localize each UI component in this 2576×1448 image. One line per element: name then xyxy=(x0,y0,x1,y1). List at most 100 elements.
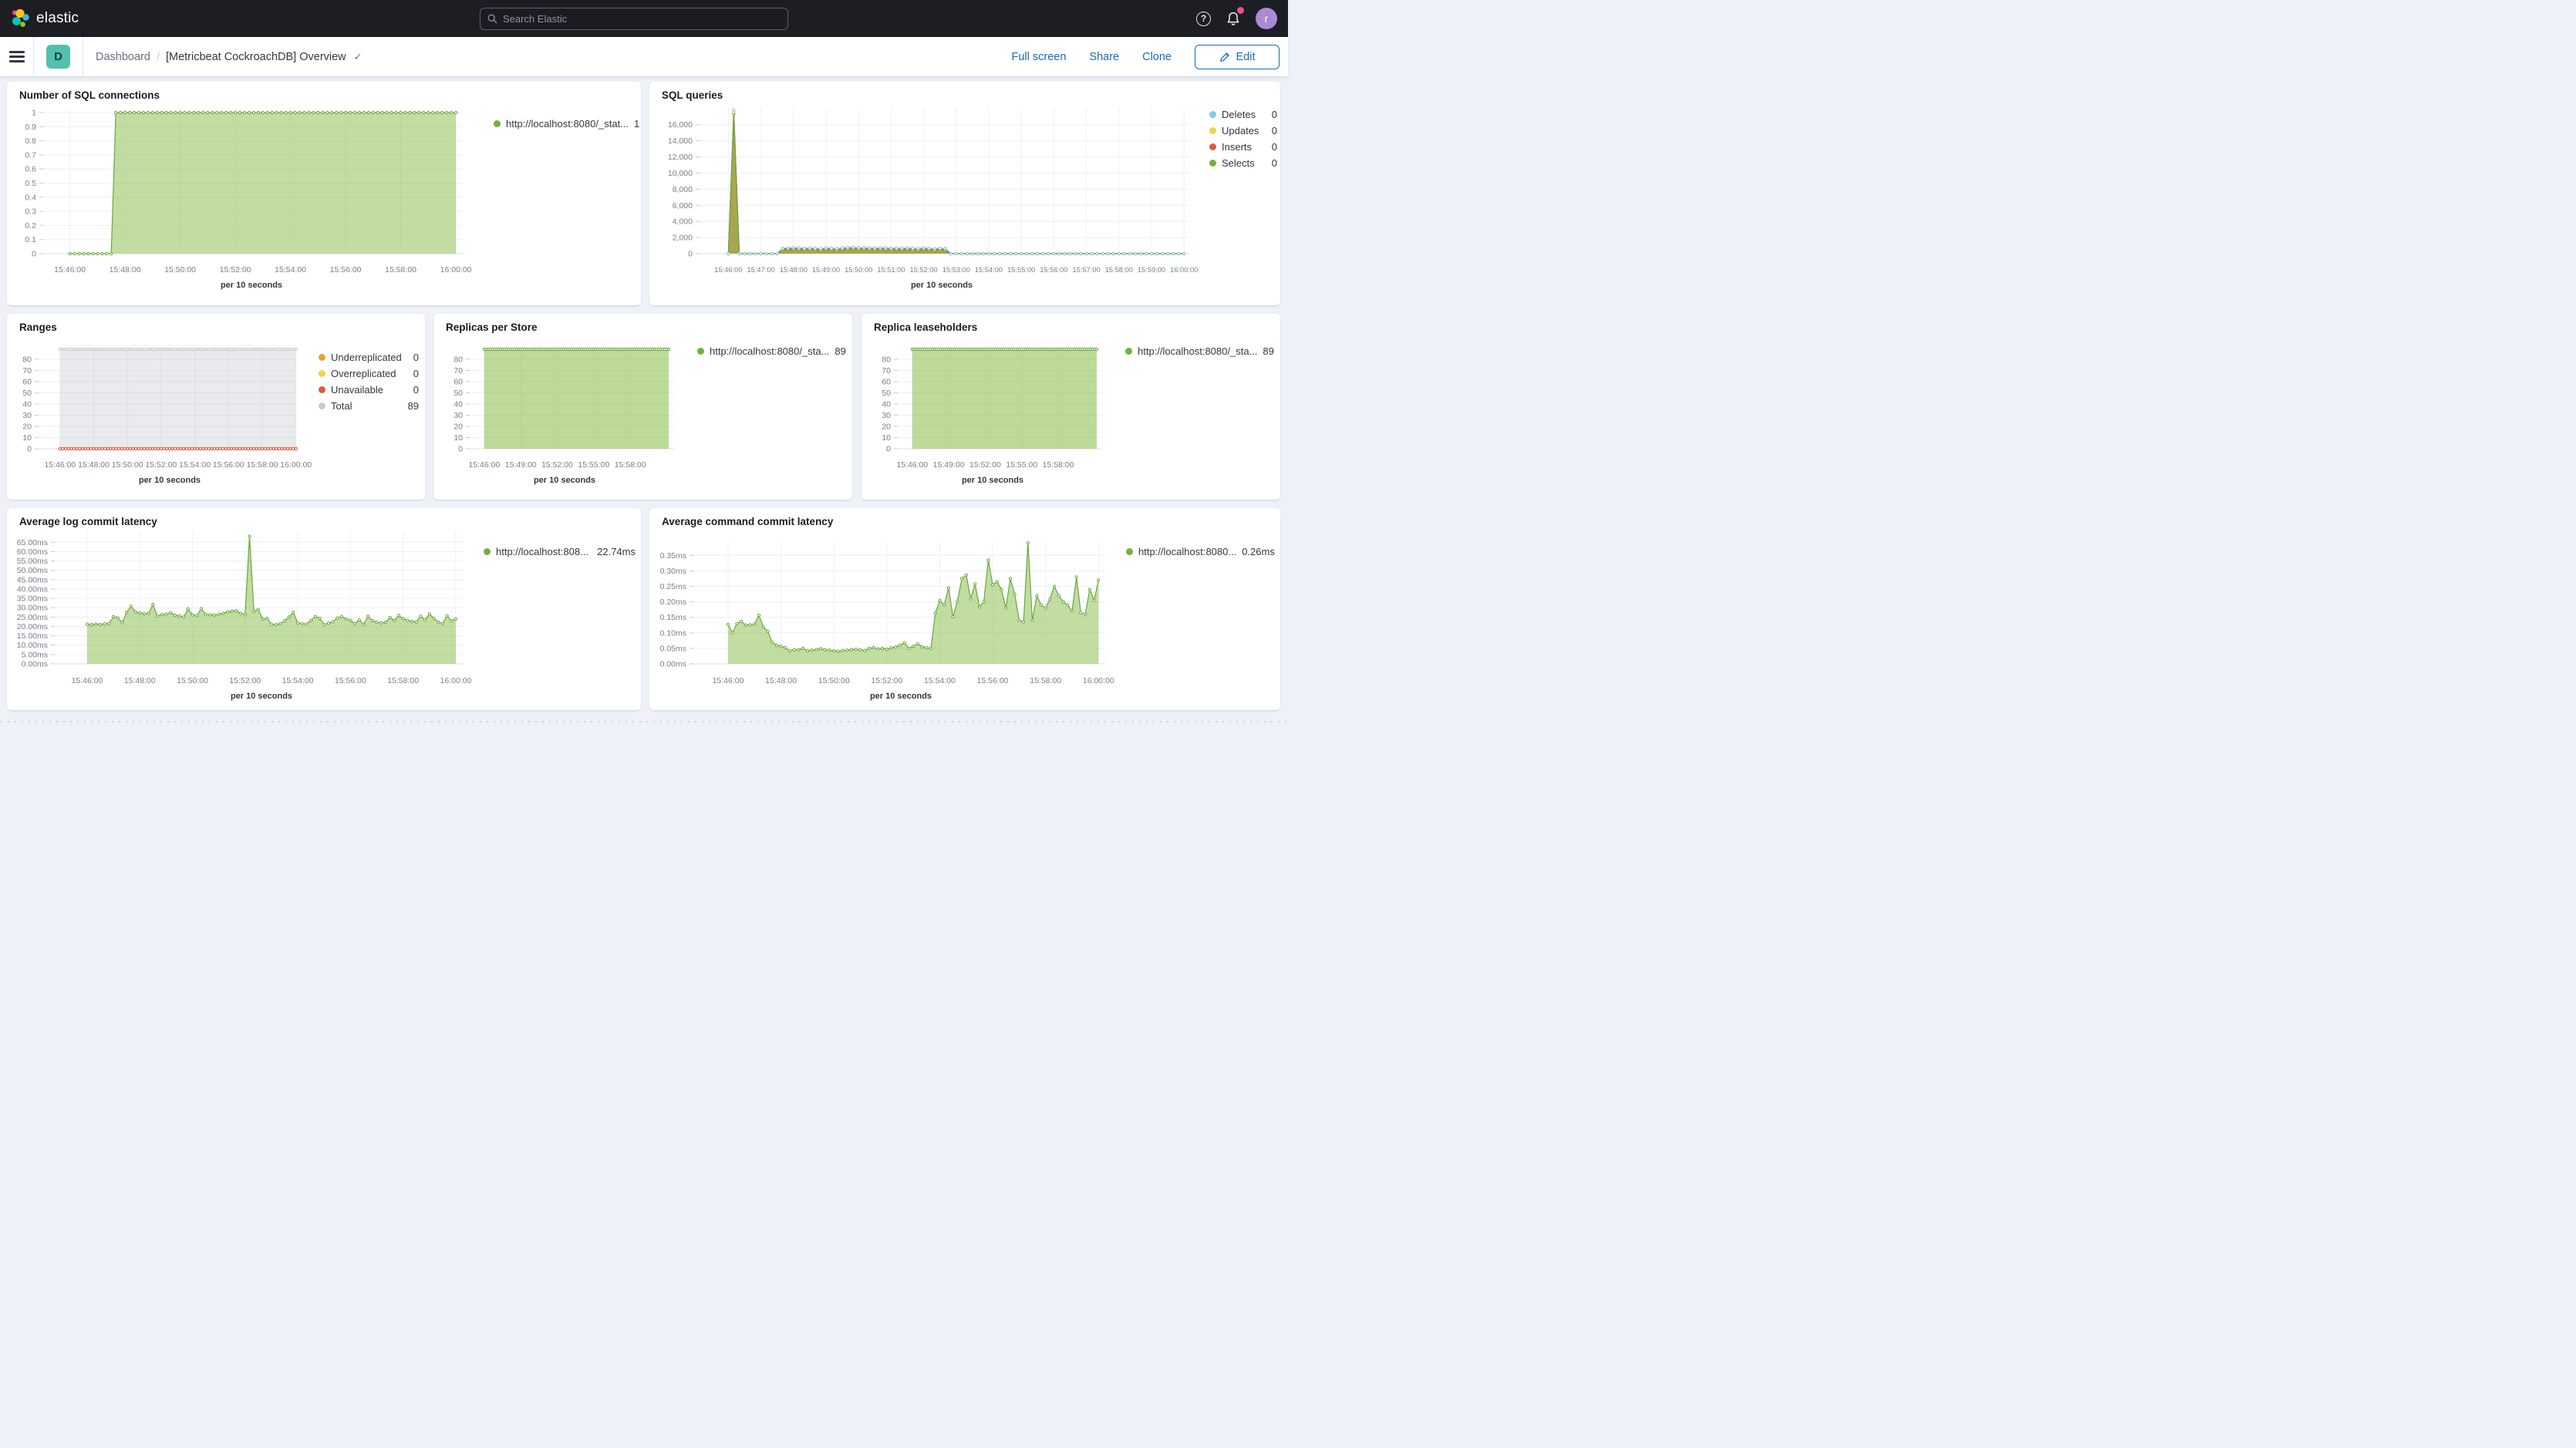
legend-item[interactable]: http://localhost:8080/_sta...89 xyxy=(1125,343,1270,359)
svg-text:0.9: 0.9 xyxy=(25,123,36,132)
chart-avg-command-commit-latency: 0.00ms0.05ms0.10ms0.15ms0.20ms0.25ms0.30… xyxy=(649,508,1280,710)
elastic-logo-icon xyxy=(11,8,30,29)
global-search[interactable] xyxy=(480,8,788,30)
panel-title: Replicas per Store xyxy=(446,322,538,333)
svg-text:0: 0 xyxy=(688,250,693,259)
chart-avg-log-commit-latency: 0.00ms5.00ms10.00ms15.00ms20.00ms25.00ms… xyxy=(7,508,641,710)
svg-text:0.05ms: 0.05ms xyxy=(660,644,686,653)
panel-avg-command-commit-latency: Average command commit latency 0.00ms 0.0… xyxy=(649,508,1280,710)
svg-text:0.20ms: 0.20ms xyxy=(660,598,686,607)
svg-text:50: 50 xyxy=(453,389,463,398)
panel-title: Ranges xyxy=(19,322,57,333)
svg-text:15:46:00: 15:46:00 xyxy=(54,265,86,274)
legend-item[interactable]: Updates0 xyxy=(1209,123,1277,139)
search-input[interactable] xyxy=(503,13,781,25)
svg-text:per 10 seconds: per 10 seconds xyxy=(962,476,1023,485)
svg-text:40.00ms: 40.00ms xyxy=(17,584,48,594)
svg-text:15:47:00: 15:47:00 xyxy=(747,266,774,274)
svg-text:0: 0 xyxy=(458,445,463,454)
svg-text:0: 0 xyxy=(27,445,32,454)
legend-value: 0 xyxy=(1272,157,1277,169)
svg-text:15:49:00: 15:49:00 xyxy=(505,460,537,470)
svg-text:10,000: 10,000 xyxy=(668,169,693,178)
next-row-resize-dots xyxy=(0,719,1288,724)
svg-text:80: 80 xyxy=(22,355,32,365)
chart-replicas-per-store: 0102030405060708015:46:0015:49:0015:52:0… xyxy=(433,314,852,500)
svg-text:16:00:00: 16:00:00 xyxy=(280,460,312,470)
svg-text:80: 80 xyxy=(453,355,463,365)
legend-item[interactable]: Unavailable0 xyxy=(319,382,419,398)
svg-text:20: 20 xyxy=(453,423,463,432)
legend-label: http://localhost:8080... xyxy=(1138,546,1236,557)
legend-item[interactable]: Selects 0 xyxy=(1209,155,1277,171)
full-screen-button[interactable]: Full screen xyxy=(1011,51,1066,63)
svg-text:50: 50 xyxy=(22,389,32,398)
svg-text:15:52:00: 15:52:00 xyxy=(145,460,177,470)
legend-swatch-icon xyxy=(1209,111,1216,118)
svg-text:16:00:00: 16:00:00 xyxy=(1170,266,1198,274)
elastic-logo[interactable]: elastic xyxy=(0,8,79,29)
user-avatar[interactable]: r xyxy=(1256,8,1277,29)
svg-text:30.00ms: 30.00ms xyxy=(17,604,48,613)
legend-item[interactable]: Deletes0 xyxy=(1209,106,1277,123)
svg-text:20: 20 xyxy=(882,423,891,432)
pencil-icon xyxy=(1219,52,1230,62)
svg-text:0.00ms: 0.00ms xyxy=(22,660,48,669)
svg-text:30: 30 xyxy=(882,411,891,420)
notifications-button[interactable] xyxy=(1226,11,1241,26)
svg-text:per 10 seconds: per 10 seconds xyxy=(911,281,973,290)
legend: Underreplicated0Overreplicated0Unavailab… xyxy=(319,349,419,414)
svg-text:15:49:00: 15:49:00 xyxy=(933,460,965,470)
svg-text:0.00ms: 0.00ms xyxy=(660,660,686,669)
svg-text:0: 0 xyxy=(886,445,891,454)
share-button[interactable]: Share xyxy=(1089,51,1119,63)
legend-item[interactable]: http://localhost:8080...0.26ms xyxy=(1126,544,1269,560)
svg-text:15:58:00: 15:58:00 xyxy=(1030,676,1061,685)
svg-text:70: 70 xyxy=(453,366,463,375)
edit-button-label: Edit xyxy=(1236,51,1256,63)
svg-text:15:59:00: 15:59:00 xyxy=(1138,266,1165,274)
svg-text:50.00ms: 50.00ms xyxy=(17,566,48,575)
svg-text:per 10 seconds: per 10 seconds xyxy=(221,281,282,290)
svg-text:20.00ms: 20.00ms xyxy=(17,622,48,631)
svg-text:15:56:00: 15:56:00 xyxy=(213,460,244,470)
menu-icon[interactable] xyxy=(0,37,34,77)
saved-check-icon[interactable]: ✓ xyxy=(354,51,362,63)
help-icon[interactable]: ? xyxy=(1196,12,1211,26)
legend-item[interactable]: http://localhost:8080/_stat...1 xyxy=(494,116,634,132)
legend-item[interactable]: Total89 xyxy=(319,398,419,414)
svg-text:16,000: 16,000 xyxy=(668,120,693,130)
legend-label: Selects xyxy=(1222,157,1255,169)
legend-value: 0 xyxy=(1272,109,1277,120)
svg-text:15:50:00: 15:50:00 xyxy=(845,266,872,274)
svg-text:per 10 seconds: per 10 seconds xyxy=(139,476,201,485)
svg-text:0: 0 xyxy=(32,250,36,259)
svg-text:15:54:00: 15:54:00 xyxy=(179,460,211,470)
clone-button[interactable]: Clone xyxy=(1142,51,1172,63)
breadcrumb: Dashboard / [Metricbeat CockroachDB] Ove… xyxy=(83,51,362,63)
breadcrumb-dashboard[interactable]: Dashboard xyxy=(96,51,150,63)
svg-text:25.00ms: 25.00ms xyxy=(17,613,48,622)
edit-button[interactable]: Edit xyxy=(1195,45,1280,69)
legend-item[interactable]: http://localhost:808...22.74ms xyxy=(484,544,636,560)
svg-text:15:53:00: 15:53:00 xyxy=(942,266,970,274)
legend-swatch-icon xyxy=(494,120,501,127)
svg-text:15:56:00: 15:56:00 xyxy=(977,676,1009,685)
svg-text:12,000: 12,000 xyxy=(668,153,693,162)
svg-text:15.00ms: 15.00ms xyxy=(17,631,48,641)
legend-item[interactable]: Underreplicated0 xyxy=(319,349,419,365)
svg-text:80: 80 xyxy=(882,355,891,365)
svg-text:15:54:00: 15:54:00 xyxy=(275,265,306,274)
dashboard-avatar-cell[interactable]: D xyxy=(34,37,83,77)
panel-title: Replica leaseholders xyxy=(874,322,977,333)
svg-text:15:48:00: 15:48:00 xyxy=(110,265,141,274)
panel-title: Average command commit latency xyxy=(662,516,833,527)
page-title: [Metricbeat CockroachDB] Overview xyxy=(166,51,346,63)
svg-text:30: 30 xyxy=(22,411,32,420)
svg-text:15:50:00: 15:50:00 xyxy=(164,265,196,274)
legend-swatch-icon xyxy=(484,548,491,555)
legend-item[interactable]: http://localhost:8080/_sta...89 xyxy=(697,343,839,359)
legend-item[interactable]: Inserts0 xyxy=(1209,139,1277,155)
legend-item[interactable]: Overreplicated0 xyxy=(319,365,419,382)
svg-text:1: 1 xyxy=(32,109,36,118)
